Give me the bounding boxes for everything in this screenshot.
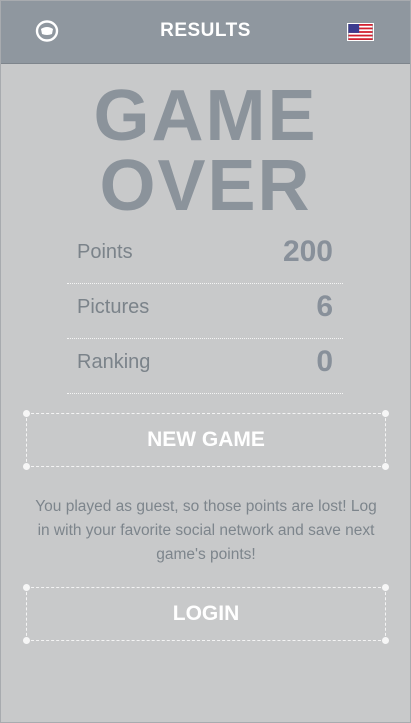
login-button[interactable]: LOGIN: [23, 584, 389, 644]
stat-row-pictures: Pictures 6: [67, 284, 343, 339]
corner-dot: [382, 637, 389, 644]
corner-dot: [23, 584, 30, 591]
new-game-label: NEW GAME: [147, 428, 265, 451]
game-over-heading-line1: GAME: [93, 76, 318, 156]
us-flag-icon[interactable]: [347, 23, 374, 41]
stat-row-ranking: Ranking 0: [67, 339, 343, 394]
corner-dot: [23, 637, 30, 644]
stats-list: Points 200 Pictures 6 Ranking 0: [67, 229, 343, 394]
header-bar: RESULTS: [1, 1, 410, 64]
stat-label: Points: [77, 241, 133, 263]
game-over-heading-line2: OVER: [99, 146, 312, 226]
stat-value: 200: [282, 235, 333, 268]
stat-value: 0: [316, 345, 333, 378]
corner-dot: [382, 584, 389, 591]
corner-dot: [23, 463, 30, 470]
app-frame: RESULTS GAME OVER Points 200 Pictures 6 …: [0, 0, 411, 723]
stat-value: 6: [316, 290, 333, 323]
stat-label: Pictures: [77, 296, 150, 318]
login-label: LOGIN: [172, 602, 240, 625]
new-game-button[interactable]: NEW GAME: [23, 410, 389, 470]
corner-dot: [382, 410, 389, 417]
stat-row-points: Points 200: [67, 229, 343, 284]
guest-message: You played as guest, so those points are…: [35, 498, 377, 563]
stat-label: Ranking: [77, 351, 151, 373]
corner-dot: [23, 410, 30, 417]
corner-dot: [382, 463, 389, 470]
